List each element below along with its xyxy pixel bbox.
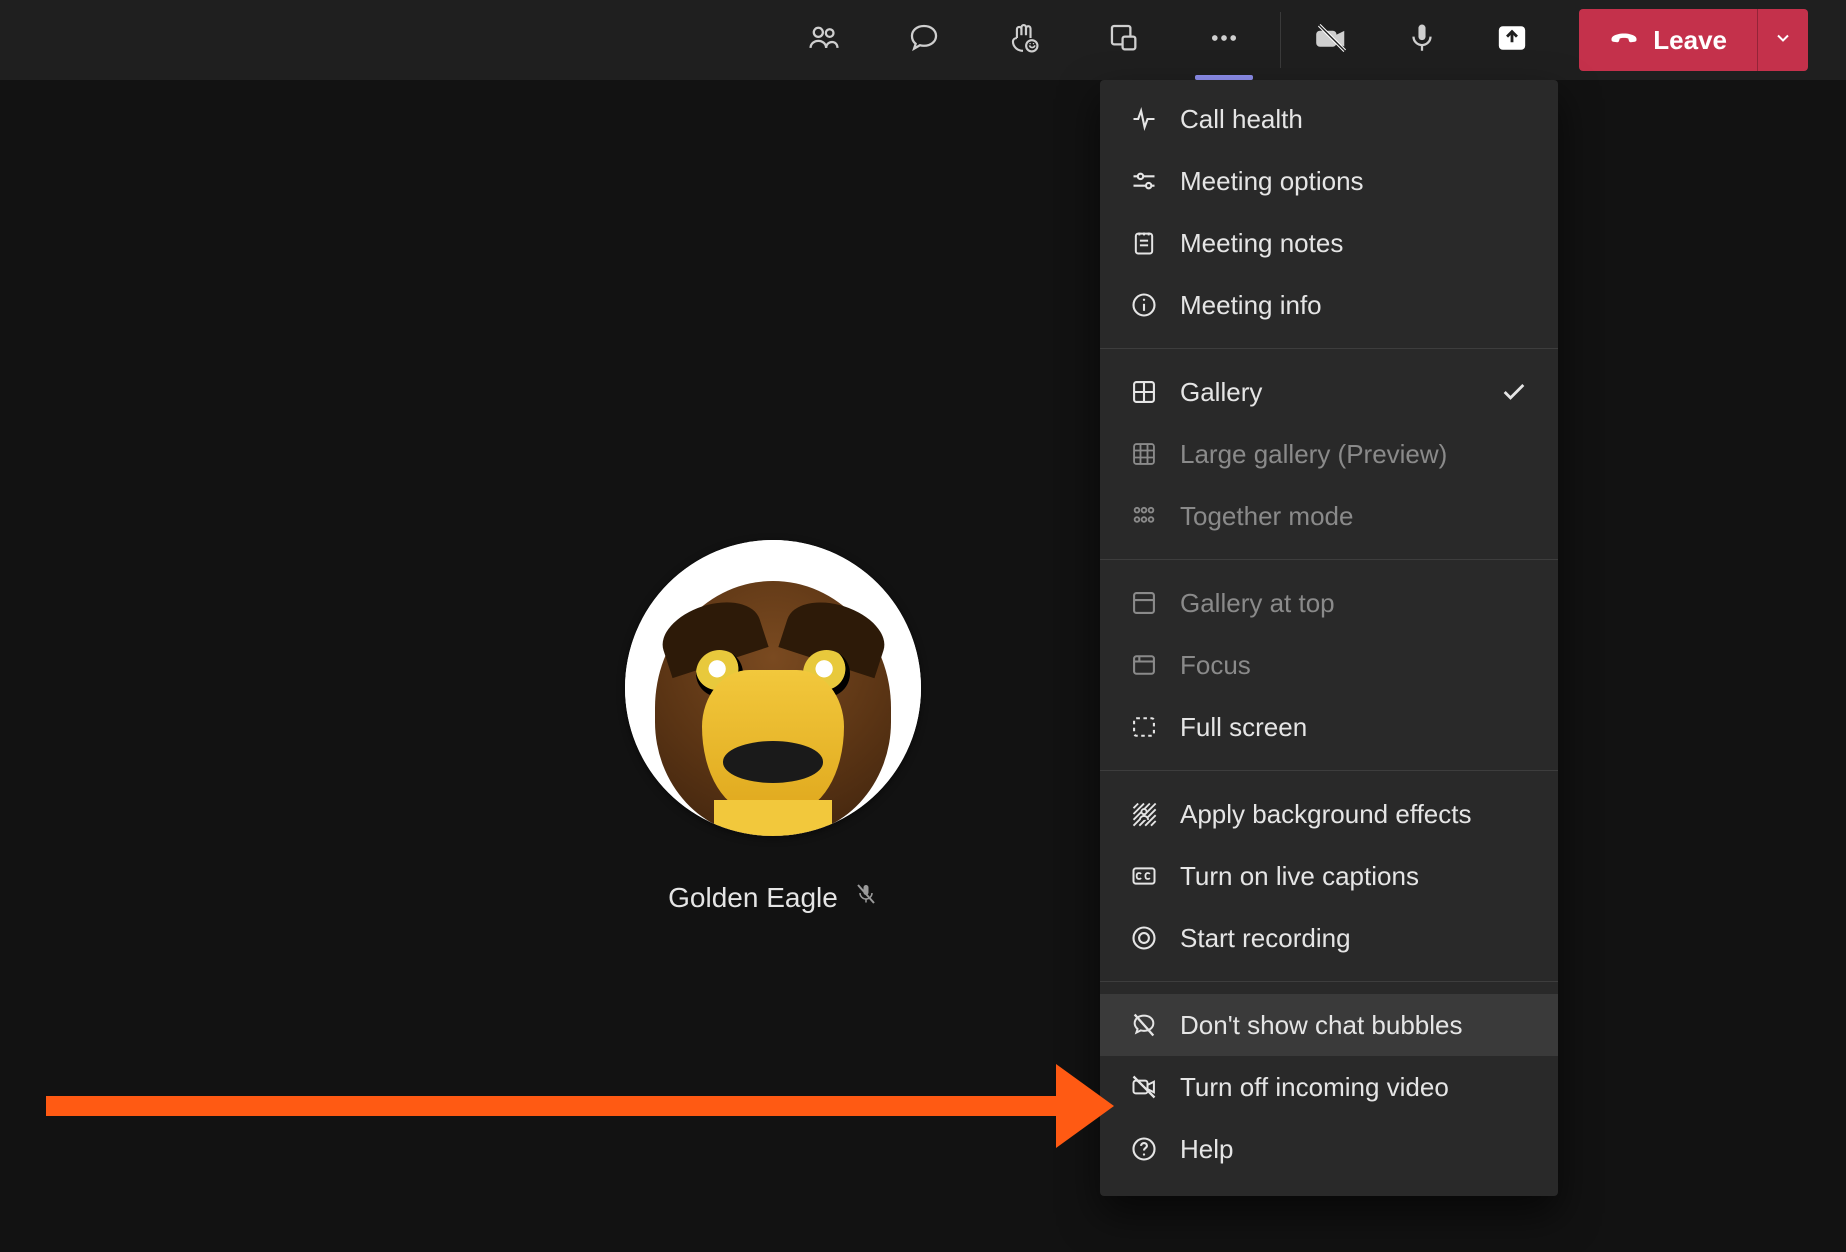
chat-off-icon bbox=[1130, 1011, 1158, 1039]
reactions-button[interactable] bbox=[974, 0, 1074, 80]
menu-item-help[interactable]: Help bbox=[1100, 1118, 1558, 1180]
rooms-icon bbox=[1107, 21, 1141, 60]
chevron-down-icon bbox=[1773, 28, 1793, 53]
annotation-arrow bbox=[46, 1064, 1114, 1148]
cc-icon bbox=[1130, 862, 1158, 890]
menu-item-meeting-options[interactable]: Meeting options bbox=[1100, 150, 1558, 212]
leave-button-group: Leave bbox=[1579, 9, 1808, 71]
info-icon bbox=[1130, 291, 1158, 319]
annotation-arrow-line bbox=[46, 1096, 1056, 1116]
mic-muted-icon bbox=[854, 880, 878, 915]
leave-options-button[interactable] bbox=[1757, 9, 1808, 71]
menu-separator bbox=[1100, 348, 1558, 349]
menu-item-gallery-at-top: Gallery at top bbox=[1100, 572, 1558, 634]
checkmark-icon bbox=[1500, 378, 1528, 406]
menu-item-large-gallery: Large gallery (Preview) bbox=[1100, 423, 1558, 485]
menu-item-call-health[interactable]: Call health bbox=[1100, 88, 1558, 150]
menu-separator bbox=[1100, 981, 1558, 982]
annotation-arrow-head bbox=[1056, 1064, 1114, 1148]
menu-item-label: Turn on live captions bbox=[1180, 861, 1528, 892]
menu-item-label: Full screen bbox=[1180, 712, 1528, 743]
share-icon bbox=[1495, 21, 1529, 60]
focus-icon bbox=[1130, 651, 1158, 679]
gallery-icon bbox=[1130, 378, 1158, 406]
record-icon bbox=[1130, 924, 1158, 952]
toolbar-divider bbox=[1280, 12, 1281, 68]
menu-item-label: Large gallery (Preview) bbox=[1180, 439, 1528, 470]
menu-item-gallery[interactable]: Gallery bbox=[1100, 361, 1558, 423]
menu-separator bbox=[1100, 770, 1558, 771]
together-icon bbox=[1130, 502, 1158, 530]
participant-name: Golden Eagle bbox=[668, 882, 838, 914]
menu-item-label: Help bbox=[1180, 1134, 1528, 1165]
help-icon bbox=[1130, 1135, 1158, 1163]
menu-item-label: Gallery bbox=[1180, 377, 1478, 408]
menu-item-meeting-info[interactable]: Meeting info bbox=[1100, 274, 1558, 336]
mic-icon bbox=[1405, 21, 1439, 60]
menu-item-live-captions[interactable]: Turn on live captions bbox=[1100, 845, 1558, 907]
menu-item-label: Don't show chat bubbles bbox=[1180, 1010, 1528, 1041]
show-participants-button[interactable] bbox=[774, 0, 874, 80]
show-conversation-button[interactable] bbox=[874, 0, 974, 80]
camera-toggle-button[interactable] bbox=[1287, 0, 1377, 80]
menu-item-label: Start recording bbox=[1180, 923, 1528, 954]
menu-item-label: Together mode bbox=[1180, 501, 1528, 532]
participant-avatar bbox=[625, 540, 921, 836]
menu-item-label: Meeting options bbox=[1180, 166, 1528, 197]
menu-item-label: Call health bbox=[1180, 104, 1528, 135]
menu-item-label: Meeting info bbox=[1180, 290, 1528, 321]
more-actions-button[interactable] bbox=[1174, 0, 1274, 80]
menu-item-label: Turn off incoming video bbox=[1180, 1072, 1528, 1103]
menu-item-label: Focus bbox=[1180, 650, 1528, 681]
video-off-icon bbox=[1130, 1073, 1158, 1101]
share-content-button[interactable] bbox=[1467, 0, 1557, 80]
activity-icon bbox=[1130, 105, 1158, 133]
menu-item-focus: Focus bbox=[1100, 634, 1558, 696]
menu-item-recording[interactable]: Start recording bbox=[1100, 907, 1558, 969]
participant-label: Golden Eagle bbox=[668, 880, 878, 915]
menu-item-background[interactable]: Apply background effects bbox=[1100, 783, 1558, 845]
notes-icon bbox=[1130, 229, 1158, 257]
more-icon bbox=[1207, 21, 1241, 60]
menu-item-label: Apply background effects bbox=[1180, 799, 1528, 830]
people-icon bbox=[807, 21, 841, 60]
more-actions-menu: Call health Meeting options Meeting notes M… bbox=[1100, 80, 1558, 1196]
menu-item-full-screen[interactable]: Full screen bbox=[1100, 696, 1558, 758]
avatar-image bbox=[625, 540, 921, 836]
settings-slider-icon bbox=[1130, 167, 1158, 195]
mic-toggle-button[interactable] bbox=[1377, 0, 1467, 80]
leave-button-label: Leave bbox=[1653, 25, 1727, 56]
menu-item-meeting-notes[interactable]: Meeting notes bbox=[1100, 212, 1558, 274]
leave-button[interactable]: Leave bbox=[1579, 9, 1757, 71]
hangup-icon bbox=[1609, 22, 1639, 59]
breakout-rooms-button[interactable] bbox=[1074, 0, 1174, 80]
menu-item-incoming-video[interactable]: Turn off incoming video bbox=[1100, 1056, 1558, 1118]
menu-item-together-mode: Together mode bbox=[1100, 485, 1558, 547]
camera-off-icon bbox=[1315, 21, 1349, 60]
menu-separator bbox=[1100, 559, 1558, 560]
menu-item-chat-bubbles[interactable]: Don't show chat bubbles bbox=[1100, 994, 1558, 1056]
reactions-icon bbox=[1007, 21, 1041, 60]
meeting-toolbar: Leave bbox=[0, 0, 1846, 80]
menu-item-label: Meeting notes bbox=[1180, 228, 1528, 259]
gallery-top-icon bbox=[1130, 589, 1158, 617]
large-gallery-icon bbox=[1130, 440, 1158, 468]
fullscreen-icon bbox=[1130, 713, 1158, 741]
participant-tile: Golden Eagle bbox=[625, 540, 921, 915]
chat-icon bbox=[907, 21, 941, 60]
menu-item-label: Gallery at top bbox=[1180, 588, 1528, 619]
background-icon bbox=[1130, 800, 1158, 828]
